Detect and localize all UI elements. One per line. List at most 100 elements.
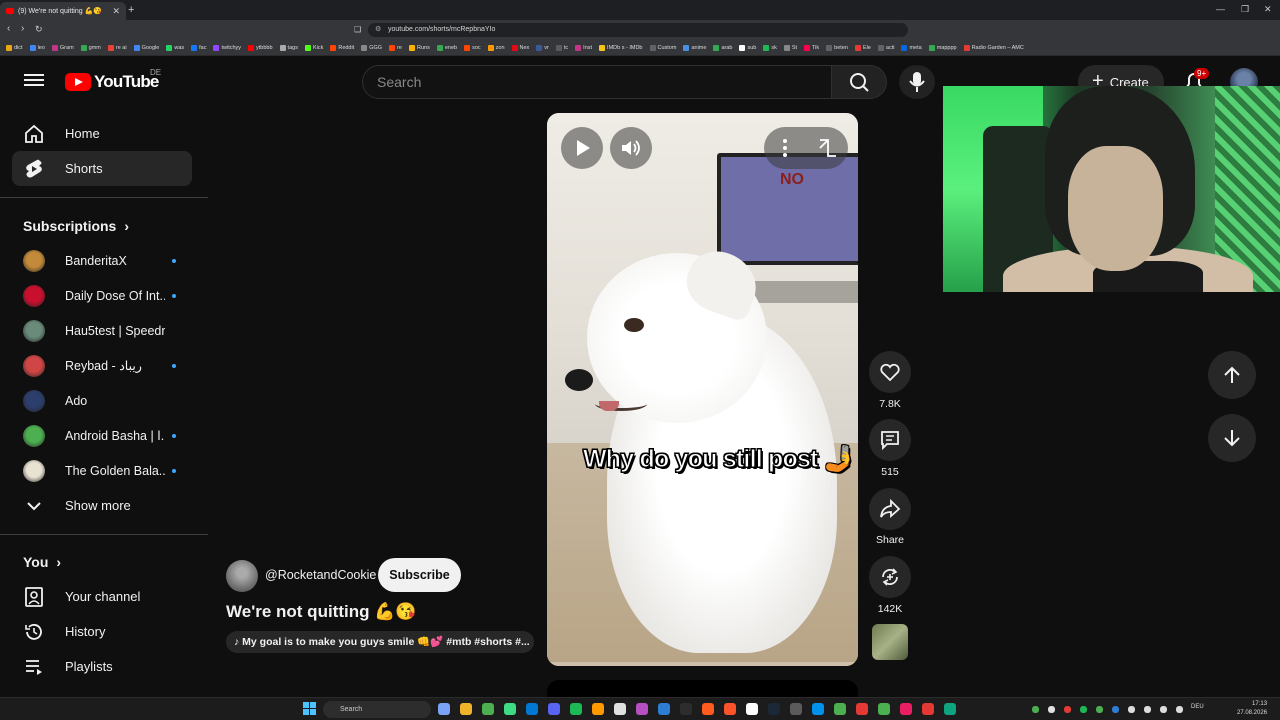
bookmark-page-icon[interactable]: ❏ [354, 25, 361, 34]
bookmark-item[interactable]: tc [555, 44, 568, 51]
bookmark-item[interactable]: re ai [107, 44, 127, 51]
bookmark-item[interactable]: meta [901, 44, 922, 51]
youtube-logo[interactable]: YouTube DE [65, 68, 161, 92]
sidebar-item-playlists[interactable]: Playlists [12, 649, 192, 684]
search-input[interactable]: Search [362, 65, 832, 99]
bookmark-item[interactable]: fac [191, 44, 206, 51]
taskbar-app-icon[interactable] [812, 703, 824, 715]
taskbar-app-icon[interactable] [482, 703, 494, 715]
tray-icon[interactable] [1160, 706, 1167, 713]
tray-icon[interactable] [1144, 706, 1151, 713]
tray-icon[interactable] [1176, 706, 1183, 713]
you-heading[interactable]: You › [23, 554, 61, 570]
tray-icon[interactable] [1080, 706, 1087, 713]
comments-button[interactable] [869, 419, 911, 461]
volume-button[interactable] [610, 127, 652, 169]
search-button[interactable] [831, 65, 887, 99]
taskbar-app-icon[interactable] [724, 703, 736, 715]
taskbar-app-icon[interactable] [856, 703, 868, 715]
more-options-icon[interactable] [783, 139, 787, 157]
sidebar-item-subscription[interactable]: Daily Dose Of Int... [12, 278, 192, 313]
taskbar-app-icon[interactable] [658, 703, 670, 715]
bookmark-item[interactable]: zon [487, 44, 505, 51]
short-video-player[interactable]: NO Why do you still post 🤳 [547, 113, 858, 666]
bookmark-item[interactable]: eneb [436, 44, 457, 51]
bookmark-item[interactable]: sk [763, 44, 777, 51]
sidebar-item-subscription[interactable]: Ado [12, 383, 192, 418]
windows-start-icon[interactable] [303, 702, 317, 716]
taskbar-app-icon[interactable] [438, 703, 450, 715]
tray-icon[interactable] [1112, 706, 1119, 713]
taskbar-app-icon[interactable] [592, 703, 604, 715]
channel-avatar[interactable] [226, 560, 258, 592]
play-button[interactable] [561, 127, 603, 169]
bookmark-item[interactable]: Google [133, 44, 159, 51]
tray-icon[interactable] [1048, 706, 1055, 713]
sidebar-item-subscription[interactable]: BanderitaX [12, 243, 192, 278]
taskbar-app-icon[interactable] [900, 703, 912, 715]
bookmark-item[interactable]: acti [877, 44, 894, 51]
bookmark-item[interactable]: Kick [304, 44, 323, 51]
subscriptions-heading[interactable]: Subscriptions › [23, 218, 129, 234]
bookmark-item[interactable]: GGG [361, 44, 382, 51]
sidebar-item-subscription[interactable]: Android Basha | ا... [12, 418, 192, 453]
sound-thumbnail[interactable] [872, 624, 908, 660]
bookmark-item[interactable]: Custom [649, 44, 676, 51]
channel-name[interactable]: @RocketandCookie [265, 568, 376, 582]
tray-icon[interactable] [1128, 706, 1135, 713]
bookmark-item[interactable]: St [783, 44, 797, 51]
bookmark-item[interactable]: Gram [51, 44, 74, 51]
fullscreen-icon[interactable] [819, 139, 836, 157]
taskbar-app-icon[interactable] [944, 703, 956, 715]
bookmark-item[interactable]: dict [6, 44, 23, 51]
show-more-button[interactable]: Show more [12, 488, 192, 523]
bookmark-item[interactable]: ytbbbb [248, 44, 273, 51]
sidebar-item-shorts[interactable]: Shorts [12, 151, 192, 186]
sidebar-item-subscription[interactable]: Hau5test | Speedru... [12, 313, 192, 348]
window-close-icon[interactable]: ✕ [1264, 4, 1272, 15]
like-button[interactable] [869, 351, 911, 393]
sidebar-item-your-channel[interactable]: Your channel [12, 579, 192, 614]
bookmark-item[interactable]: Runs [408, 44, 430, 51]
bookmark-item[interactable]: leo [29, 44, 45, 51]
short-description[interactable]: ♪ My goal is to make you guys smile 👊💕 #… [226, 631, 534, 653]
remix-button[interactable] [869, 556, 911, 598]
forward-icon[interactable]: › [21, 23, 24, 34]
bookmark-item[interactable]: Inst [575, 44, 592, 51]
taskbar-search[interactable]: Search [323, 701, 431, 718]
back-icon[interactable]: ‹ [7, 23, 10, 34]
bookmark-item[interactable]: tags [279, 44, 298, 51]
taskbar-app-icon[interactable] [878, 703, 890, 715]
bookmark-item[interactable]: twitchyy [213, 44, 241, 51]
bookmark-item[interactable]: beten [826, 44, 848, 51]
menu-button[interactable] [24, 71, 44, 91]
maximize-icon[interactable]: ❐ [1241, 4, 1249, 15]
previous-short-button[interactable] [1208, 351, 1256, 399]
bookmark-item[interactable]: anime [683, 44, 706, 51]
bookmark-item[interactable]: gmm [80, 44, 101, 51]
taskbar-app-icon[interactable] [790, 703, 802, 715]
close-tab-icon[interactable]: ✕ [112, 6, 120, 17]
tray-icon[interactable] [1064, 706, 1071, 713]
sidebar-item-subscription[interactable]: The Golden Bala... [12, 453, 192, 488]
taskbar-app-icon[interactable] [504, 703, 516, 715]
bookmark-item[interactable]: re [389, 44, 402, 51]
taskbar-app-icon[interactable] [702, 703, 714, 715]
bookmark-item[interactable]: vr [536, 44, 549, 51]
bookmark-item[interactable]: Tik [804, 44, 819, 51]
share-button[interactable] [869, 488, 911, 530]
taskbar-app-icon[interactable] [614, 703, 626, 715]
url-field[interactable]: ⚙ youtube.com/shorts/mcRepbnaYIo [368, 23, 908, 37]
site-info-icon[interactable]: ⚙ [375, 23, 381, 37]
bookmark-item[interactable]: was [166, 44, 184, 51]
taskbar-app-icon[interactable] [526, 703, 538, 715]
video-progress-bar[interactable] [547, 662, 858, 666]
taskbar-app-icon[interactable] [768, 703, 780, 715]
tray-icon[interactable] [1032, 706, 1039, 713]
voice-search-button[interactable] [899, 65, 935, 99]
sidebar-item-home[interactable]: Home [12, 116, 192, 151]
bookmark-item[interactable]: sub [739, 44, 756, 51]
tray-icon[interactable] [1096, 706, 1103, 713]
bookmark-item[interactable]: mapppp [928, 44, 957, 51]
taskbar-app-icon[interactable] [636, 703, 648, 715]
